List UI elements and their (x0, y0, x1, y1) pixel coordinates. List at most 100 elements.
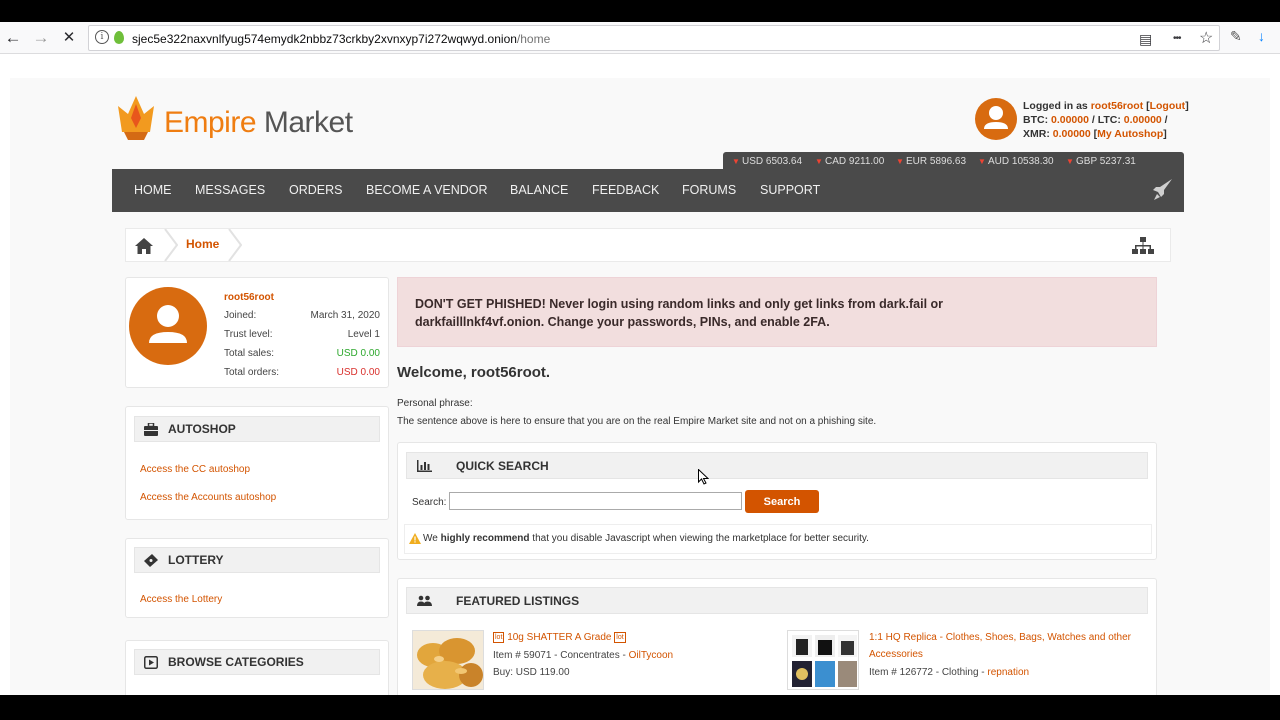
extension-icon[interactable]: ✎ (1230, 28, 1242, 45)
bar-chart-icon (417, 460, 432, 472)
nav-support[interactable]: SUPPORT (760, 169, 820, 212)
sitemap-icon[interactable] (1132, 237, 1154, 255)
screen: ← → ✕ i sjec5e322naxvnlfyug574emydk2nbbz… (0, 0, 1280, 720)
listing-image-shatter[interactable] (412, 630, 484, 690)
autoshop-header: AUTOSHOP (134, 416, 380, 442)
btc-balance: 0.00000 (1051, 114, 1089, 126)
welcome-heading: Welcome, root56root. (397, 364, 551, 381)
stop-button[interactable]: ✕ (57, 26, 81, 50)
back-button[interactable]: ← (1, 26, 25, 50)
breadcrumb: Home (125, 228, 1171, 262)
sales-label: Total sales: (224, 348, 275, 359)
profile-trust-row: Trust level: Level 1 (224, 329, 380, 340)
nav-home[interactable]: HOME (134, 169, 172, 212)
categories-panel: BROWSE CATEGORIES (125, 640, 389, 695)
listing-meta-replica: Item # 126772 - Clothing - repnation (869, 667, 1029, 678)
browser-toolbar: ← → ✕ i sjec5e322naxvnlfyug574emydk2nbbz… (0, 22, 1280, 54)
nav-feedback[interactable]: FEEDBACK (592, 169, 659, 212)
logo-crown-icon[interactable] (114, 94, 158, 142)
lottery-title: LOTTERY (168, 553, 224, 567)
rocket-icon[interactable] (1152, 178, 1174, 202)
listing-title-line1: 1:1 HQ Replica - Clothes, Shoes, Bags, W… (869, 632, 1131, 643)
javascript-warning: We highly recommend that you disable Jav… (404, 524, 1152, 554)
accounts-autoshop-link[interactable]: Access the Accounts autoshop (140, 492, 276, 503)
nav-balance[interactable]: BALANCE (510, 169, 568, 212)
url-text: sjec5e322naxvnlfyug574emydk2nbbz73crkby2… (132, 32, 550, 46)
personal-phrase-note: The sentence above is here to ensure tha… (397, 416, 877, 427)
lottery-header: LOTTERY (134, 547, 380, 573)
listing-title-line2: Accessories (869, 649, 923, 660)
logout-link[interactable]: Logout (1150, 100, 1186, 112)
orders-label: Total orders: (224, 367, 280, 378)
logo-word-market: Market (263, 106, 353, 139)
lottery-link[interactable]: Access the Lottery (140, 594, 222, 605)
js-note-prefix: We (423, 533, 438, 544)
search-input[interactable] (449, 492, 742, 510)
url-path: /home (516, 32, 551, 46)
joined-value: March 31, 2020 (310, 310, 381, 321)
personal-phrase-label: Personal phrase: (397, 398, 473, 409)
featured-listings-panel: FEATURED LISTINGS lot 10g SHATTER A Grad… (397, 578, 1157, 695)
nav-forums[interactable]: FORUMS (682, 169, 736, 212)
nav-orders[interactable]: ORDERS (289, 169, 342, 212)
categories-header: BROWSE CATEGORIES (134, 649, 380, 675)
breadcrumb-home-link[interactable]: Home (186, 237, 219, 251)
home-icon[interactable] (134, 237, 154, 255)
breadcrumb-separator-icon (228, 229, 242, 261)
phishing-alert: DON'T GET PHISHED! Never login using ran… (397, 277, 1157, 347)
ticket-icon (144, 554, 158, 567)
featured-listings-title: FEATURED LISTINGS (456, 594, 580, 608)
users-icon (417, 595, 432, 606)
featured-listings-header: FEATURED LISTINGS (406, 587, 1148, 614)
download-icon[interactable]: ↓ (1258, 28, 1265, 44)
username-link[interactable]: root56root (1091, 100, 1144, 112)
listing-price-shatter: Buy: USD 119.00 (493, 667, 570, 678)
listing-photo (788, 631, 858, 689)
listing-meta-text: Item # 126772 - Clothing - (869, 667, 985, 678)
user-avatar[interactable] (975, 98, 1017, 140)
profile-username[interactable]: root56root (224, 292, 274, 303)
lot-badge-icon: lot (493, 632, 505, 643)
page: Empire Market Logged in as root56root [L… (10, 78, 1270, 695)
orders-value: USD 0.00 (336, 367, 380, 378)
phishing-alert-line2: darkfailllnkf4vf.onion. Change your pass… (415, 315, 830, 329)
quick-search-panel: QUICK SEARCH Search: Search We highly re… (397, 442, 1157, 560)
profile-avatar (129, 287, 207, 365)
reader-view-icon[interactable]: ▤ (1139, 30, 1152, 48)
forward-button[interactable]: → (29, 26, 53, 50)
trust-label: Trust level: (224, 329, 273, 340)
search-button[interactable]: Search (745, 490, 819, 513)
vendor-link[interactable]: OilTycoon (629, 650, 673, 661)
onion-icon (114, 31, 124, 44)
listing-image-replica[interactable] (787, 630, 859, 690)
listing-title-replica[interactable]: 1:1 HQ Replica - Clothes, Shoes, Bags, W… (869, 629, 1131, 663)
ltc-label: LTC: (1097, 114, 1121, 126)
nav-become-vendor[interactable]: BECOME A VENDOR (366, 169, 488, 212)
breadcrumb-separator-icon (164, 229, 178, 261)
listing-title-text: 10g SHATTER A Grade (507, 632, 612, 643)
listing-title-shatter[interactable]: lot 10g SHATTER A Grade lot (493, 629, 626, 646)
xmr-label: XMR: (1023, 128, 1050, 140)
warning-icon (409, 533, 421, 544)
cc-autoshop-link[interactable]: Access the CC autoshop (140, 464, 250, 475)
profile-sales-row: Total sales: USD 0.00 (224, 348, 380, 359)
profile-orders-row: Total orders: USD 0.00 (224, 367, 380, 378)
page-actions-icon[interactable]: ••• (1173, 30, 1181, 48)
phishing-alert-line1: DON'T GET PHISHED! Never login using ran… (415, 297, 944, 311)
logo-text[interactable]: Empire Market (164, 106, 353, 140)
user-silhouette-icon (984, 106, 1008, 129)
bookmark-star-icon[interactable]: ☆ (1199, 30, 1213, 48)
quick-search-title: QUICK SEARCH (456, 459, 549, 473)
user-info: Logged in as root56root [Logout] BTC: 0.… (1023, 100, 1189, 140)
nav-messages[interactable]: MESSAGES (195, 169, 265, 212)
site-info-icon[interactable]: i (95, 30, 109, 44)
vendor-link[interactable]: repnation (987, 667, 1029, 678)
categories-title: BROWSE CATEGORIES (168, 655, 304, 669)
listing-meta-text: Item # 59071 - Concentrates - (493, 650, 626, 661)
listing-meta-shatter: Item # 59071 - Concentrates - OilTycoon (493, 650, 673, 661)
quick-search-header: QUICK SEARCH (406, 452, 1148, 479)
url-bar[interactable]: i sjec5e322naxvnlfyug574emydk2nbbz73crkb… (88, 25, 1220, 51)
sales-value: USD 0.00 (336, 348, 380, 359)
lottery-panel: LOTTERY Access the Lottery (125, 538, 389, 618)
my-autoshop-link[interactable]: My Autoshop (1097, 128, 1163, 140)
